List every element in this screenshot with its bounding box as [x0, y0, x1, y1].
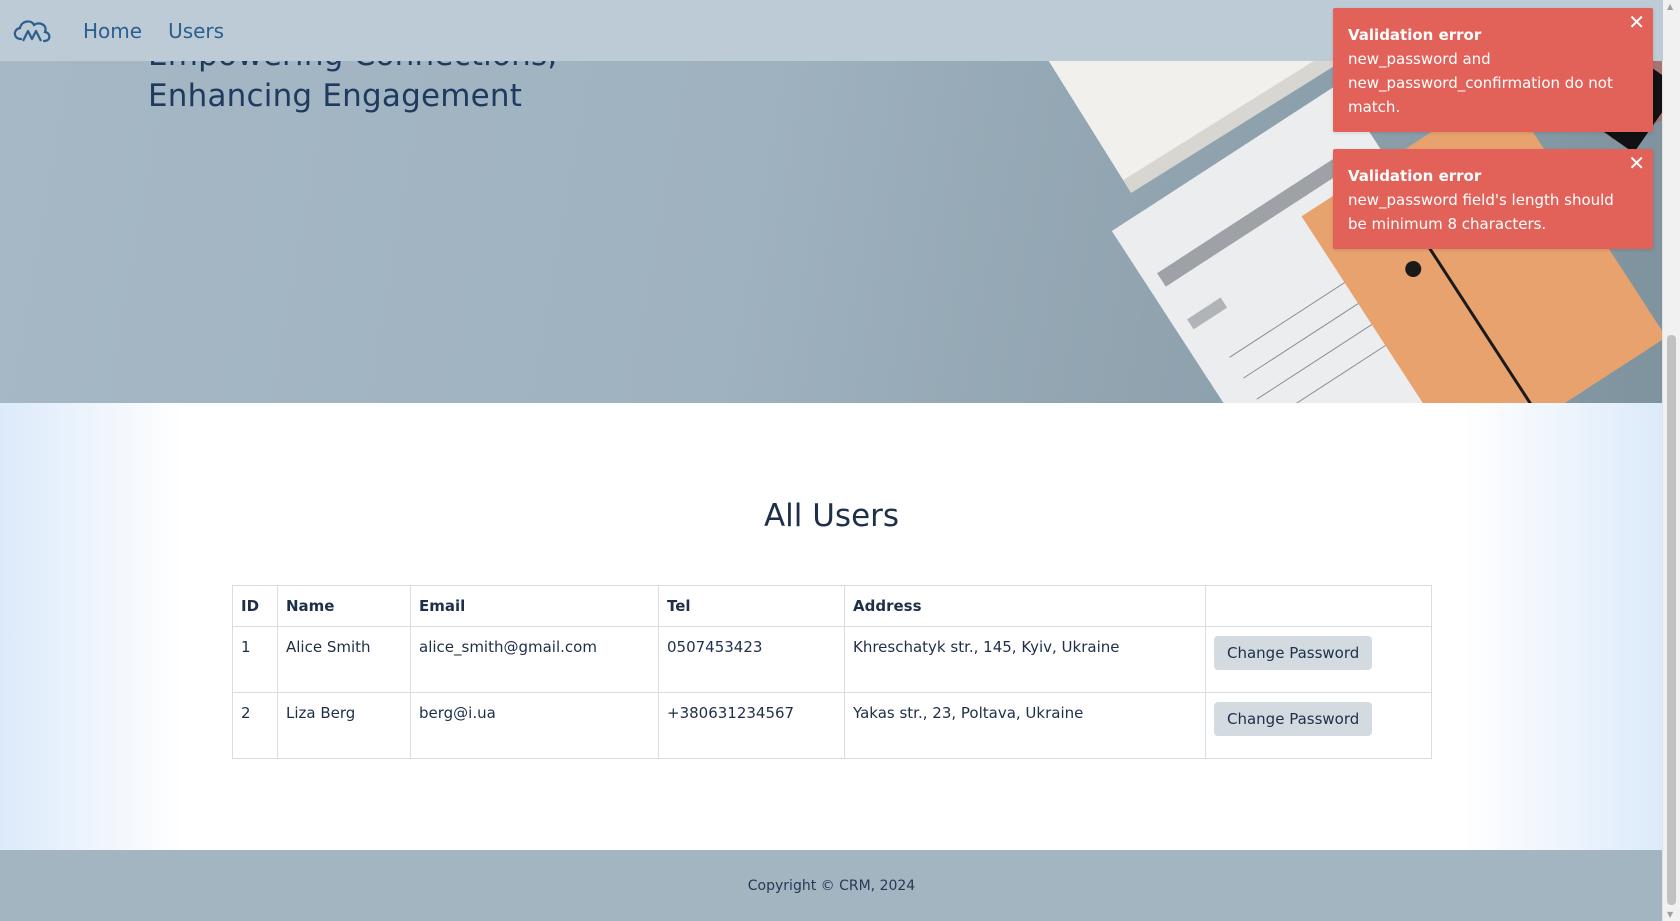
error-toast: ✕ Validation error new_password and new_…	[1333, 8, 1653, 132]
column-header-tel: Tel	[658, 585, 845, 627]
toast-message: new_password and new_password_confirmati…	[1348, 50, 1613, 116]
copyright-text: Copyright © CRM, 2024	[747, 877, 916, 894]
column-header-name: Name	[277, 585, 411, 627]
scroll-up-icon[interactable]: ▲	[1667, 2, 1673, 11]
cell-id: 2	[232, 692, 278, 759]
vertical-scrollbar[interactable]: ▲ ▼	[1662, 0, 1680, 921]
toast-message: new_password field's length should be mi…	[1348, 191, 1614, 233]
users-table: ID Name Email Tel Address 1 Alice Smith …	[232, 585, 1432, 759]
cell-name: Alice Smith	[277, 626, 411, 693]
table-row: 2 Liza Berg berg@i.ua +380631234567 Yaka…	[232, 692, 1432, 759]
close-icon[interactable]: ✕	[1628, 12, 1645, 32]
column-header-address: Address	[844, 585, 1206, 627]
hero-headline-line2: Enhancing Engagement	[148, 78, 523, 114]
column-header-email: Email	[410, 585, 659, 627]
close-icon[interactable]: ✕	[1628, 153, 1645, 173]
cell-email: alice_smith@gmail.com	[410, 626, 659, 693]
logo-icon[interactable]	[11, 17, 53, 45]
cell-address: Yakas str., 23, Poltava, Ukraine	[844, 692, 1206, 759]
cell-tel: +380631234567	[658, 692, 845, 759]
cell-tel: 0507453423	[658, 626, 845, 693]
table-row: 1 Alice Smith alice_smith@gmail.com 0507…	[232, 626, 1432, 693]
toast-title: Validation error	[1348, 26, 1482, 44]
nav-link-home[interactable]: Home	[83, 19, 142, 43]
error-toast: ✕ Validation error new_password field's …	[1333, 149, 1653, 249]
cell-email: berg@i.ua	[410, 692, 659, 759]
cell-actions: Change Password	[1205, 626, 1432, 693]
cell-id: 1	[232, 626, 278, 693]
change-password-button[interactable]: Change Password	[1214, 702, 1373, 736]
change-password-button[interactable]: Change Password	[1214, 636, 1373, 670]
cell-name: Liza Berg	[277, 692, 411, 759]
cell-address: Khreschatyk str., 145, Kyiv, Ukraine	[844, 626, 1206, 693]
page-title: All Users	[763, 498, 900, 534]
nav-link-users[interactable]: Users	[168, 19, 224, 43]
page-footer: Copyright © CRM, 2024	[0, 850, 1663, 921]
scrollbar-thumb[interactable]	[1667, 335, 1676, 905]
scroll-down-icon[interactable]: ▼	[1667, 910, 1673, 919]
toast-title: Validation error	[1348, 167, 1482, 185]
cell-actions: Change Password	[1205, 692, 1432, 759]
table-header-row: ID Name Email Tel Address	[232, 585, 1432, 627]
column-header-id: ID	[232, 585, 278, 627]
column-header-actions	[1205, 585, 1432, 627]
users-section: All Users ID Name Email Tel Address 1 Al…	[0, 403, 1663, 850]
